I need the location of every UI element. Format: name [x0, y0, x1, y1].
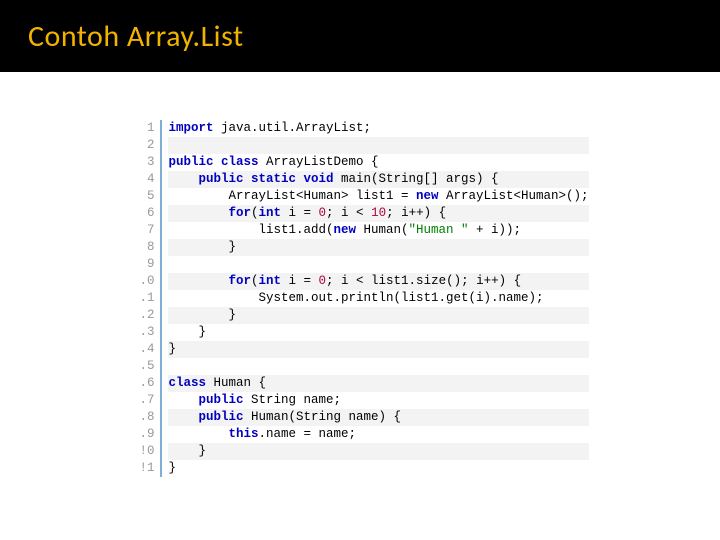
line-number: .9: [139, 426, 154, 443]
code-line: }: [168, 460, 588, 477]
line-number: 4: [139, 171, 154, 188]
line-number: 6: [139, 205, 154, 222]
code-line: }: [168, 324, 588, 341]
line-number: .2: [139, 307, 154, 324]
code-line: import java.util.ArrayList;: [168, 120, 588, 137]
code-line: public static void main(String[] args) {: [168, 171, 588, 188]
line-number: .7: [139, 392, 154, 409]
code-line: }: [168, 443, 588, 460]
line-number: .0: [139, 273, 154, 290]
line-number: !1: [139, 460, 154, 477]
title-band: Contoh Array.List: [0, 0, 720, 70]
code-line: }: [168, 307, 588, 324]
code-line: class Human {: [168, 375, 588, 392]
code-line: this.name = name;: [168, 426, 588, 443]
code-line: }: [168, 341, 588, 358]
line-number: .1: [139, 290, 154, 307]
line-number: .8: [139, 409, 154, 426]
line-number: .6: [139, 375, 154, 392]
code-line: System.out.println(list1.get(i).name);: [168, 290, 588, 307]
line-number: .3: [139, 324, 154, 341]
code-line: list1.add(new Human("Human " + i));: [168, 222, 588, 239]
code-block: 1 2 3 4 5 6 7 8 9 .0 .1 .2 .3 .4 .5 .6 .…: [131, 120, 588, 477]
code-line: [168, 137, 588, 154]
slide-title: Contoh Array.List: [28, 18, 244, 55]
content-area: 1 2 3 4 5 6 7 8 9 .0 .1 .2 .3 .4 .5 .6 .…: [0, 72, 720, 477]
code-line: public class ArrayListDemo {: [168, 154, 588, 171]
code-line: ArrayList<Human> list1 = new ArrayList<H…: [168, 188, 588, 205]
code-lines: import java.util.ArrayList; public class…: [162, 120, 588, 477]
line-number: 8: [139, 239, 154, 256]
line-number: 5: [139, 188, 154, 205]
line-number: 1: [139, 120, 154, 137]
line-number: .5: [139, 358, 154, 375]
line-number: 2: [139, 137, 154, 154]
code-line: public String name;: [168, 392, 588, 409]
code-line: }: [168, 239, 588, 256]
line-number: !0: [139, 443, 154, 460]
line-number: 9: [139, 256, 154, 273]
code-line: for(int i = 0; i < list1.size(); i++) {: [168, 273, 588, 290]
slide: Contoh Array.List 1 2 3 4 5 6 7 8 9 .0 .…: [0, 0, 720, 540]
line-number: 3: [139, 154, 154, 171]
line-number: 7: [139, 222, 154, 239]
line-number-gutter: 1 2 3 4 5 6 7 8 9 .0 .1 .2 .3 .4 .5 .6 .…: [131, 120, 162, 477]
line-number: .4: [139, 341, 154, 358]
code-line: [168, 256, 588, 273]
code-line: [168, 358, 588, 375]
code-line: for(int i = 0; i < 10; i++) {: [168, 205, 588, 222]
code-line: public Human(String name) {: [168, 409, 588, 426]
